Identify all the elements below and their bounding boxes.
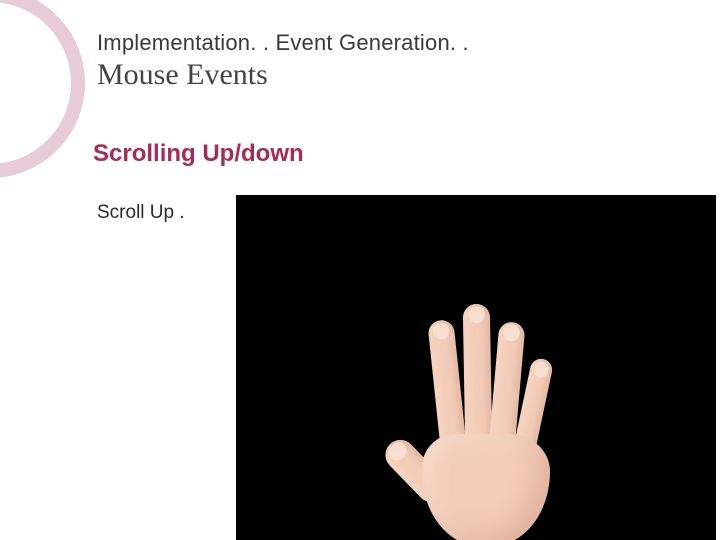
breadcrumb: Implementation. . Event Generation. . bbox=[97, 30, 469, 56]
gesture-media-frame bbox=[236, 195, 716, 540]
page-title: Mouse Events bbox=[97, 58, 268, 92]
middle-finger bbox=[463, 304, 492, 446]
decorative-ring bbox=[0, 0, 85, 178]
body-text: Scroll Up . bbox=[97, 202, 185, 224]
section-subtitle: Scrolling Up/down bbox=[93, 140, 304, 168]
index-finger bbox=[427, 319, 466, 451]
palm bbox=[422, 434, 550, 540]
hand-icon bbox=[360, 308, 600, 540]
